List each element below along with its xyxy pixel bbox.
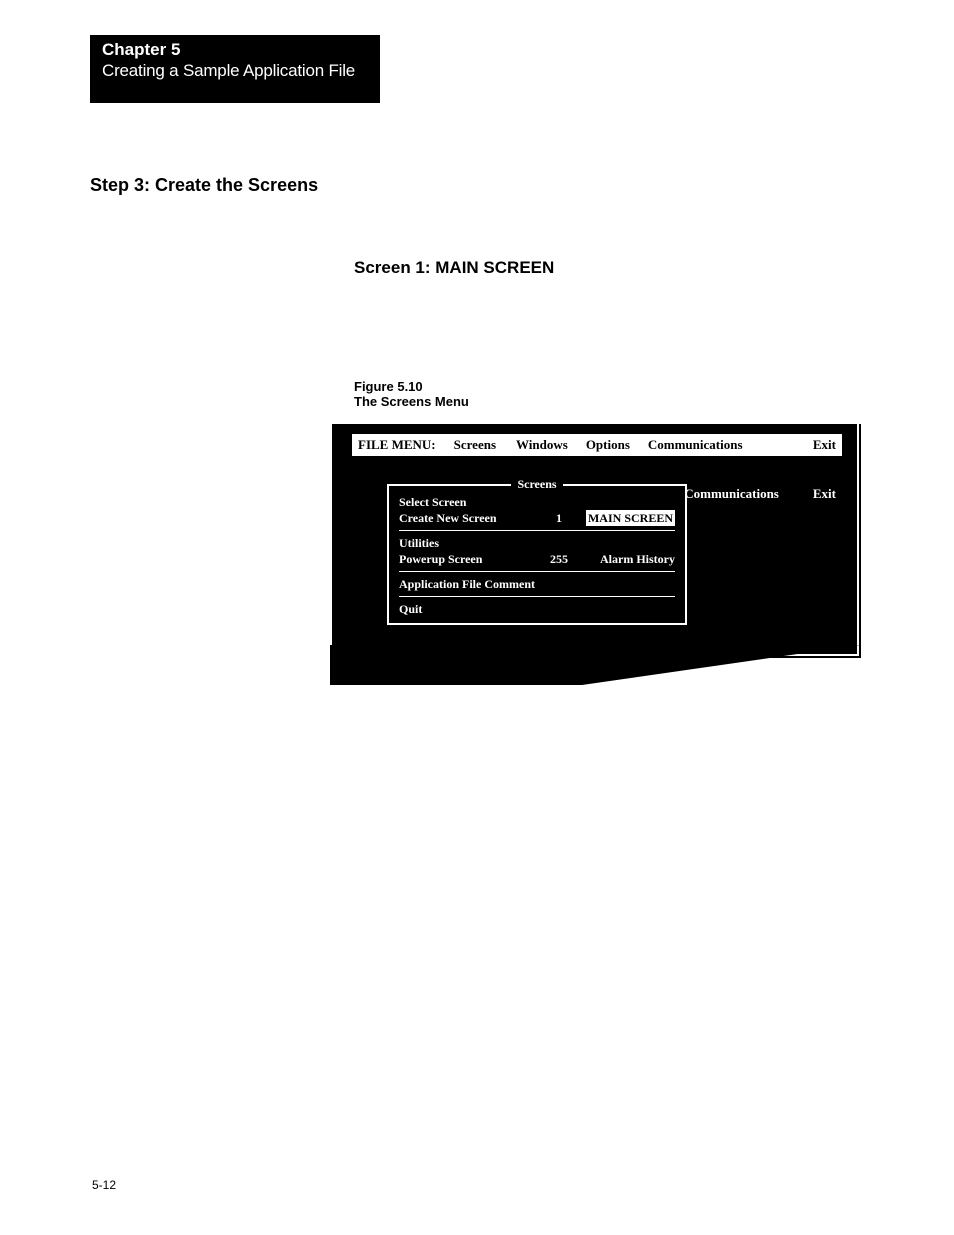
dropdown-title: Screens (389, 477, 685, 492)
menu-item-select-screen[interactable]: Select Screen (399, 494, 675, 510)
menubar-item-screens[interactable]: Screens (454, 437, 496, 453)
separator (399, 571, 675, 572)
menubar-item-exit[interactable]: Exit (813, 437, 836, 453)
screen-heading: Screen 1: MAIN SCREEN (354, 258, 554, 278)
dropdown-title-text: Screens (511, 477, 562, 491)
menubar-item-options[interactable]: Options (586, 437, 630, 453)
secondary-bar: Communications Exit (684, 484, 842, 504)
menu-item-create-new-screen[interactable]: Create New Screen 1 MAIN SCREEN (399, 510, 675, 526)
chapter-title: Chapter 5 (102, 40, 368, 60)
selected-screen-name: MAIN SCREEN (586, 510, 675, 526)
secondary-exit[interactable]: Exit (813, 486, 836, 502)
menu-item-label: Quit (399, 601, 422, 617)
menu-item-utilities[interactable]: Utilities (399, 535, 675, 551)
menu-item-label: Utilities (399, 535, 539, 551)
separator (399, 596, 675, 597)
secondary-communications[interactable]: Communications (684, 486, 779, 502)
menu-item-label: Create New Screen (399, 510, 539, 526)
menu-item-value: MAIN SCREEN (579, 510, 675, 526)
menubar-file-label: FILE MENU: (358, 437, 436, 453)
figure-title: The Screens Menu (354, 394, 469, 409)
figure-number: Figure 5.10 (354, 379, 423, 394)
menu-item-label: Application File Comment (399, 576, 535, 592)
menu-item-app-comment[interactable]: Application File Comment (399, 576, 675, 592)
page: Chapter 5 Creating a Sample Application … (0, 0, 954, 1235)
menubar-item-windows[interactable]: Windows (516, 437, 568, 453)
figure-area: FILE MENU: Screens Windows Options Commu… (320, 422, 860, 682)
chapter-subtitle: Creating a Sample Application File (102, 60, 368, 81)
menubar: FILE MENU: Screens Windows Options Commu… (352, 434, 842, 456)
menu-item-number: 1 (539, 510, 579, 526)
menu-item-quit[interactable]: Quit (399, 601, 675, 617)
separator (399, 530, 675, 531)
dropdown-content: Select Screen Create New Screen 1 MAIN S… (389, 486, 685, 623)
menu-item-label: Select Screen (399, 494, 539, 510)
menu-item-powerup-screen[interactable]: Powerup Screen 255 Alarm History (399, 551, 675, 567)
menubar-item-communications[interactable]: Communications (648, 437, 743, 453)
menu-item-label: Powerup Screen (399, 551, 539, 567)
menu-item-value: Alarm History (579, 551, 675, 567)
chapter-header: Chapter 5 Creating a Sample Application … (90, 35, 380, 103)
screens-dropdown: Screens Select Screen Create New Screen … (387, 484, 687, 625)
step-heading: Step 3: Create the Screens (90, 175, 318, 196)
perspective-wedge (330, 645, 860, 685)
menu-window: FILE MENU: Screens Windows Options Commu… (330, 422, 859, 656)
page-number: 5-12 (92, 1178, 116, 1192)
figure-caption: Figure 5.10 The Screens Menu (354, 380, 469, 410)
menu-item-number: 255 (539, 551, 579, 567)
